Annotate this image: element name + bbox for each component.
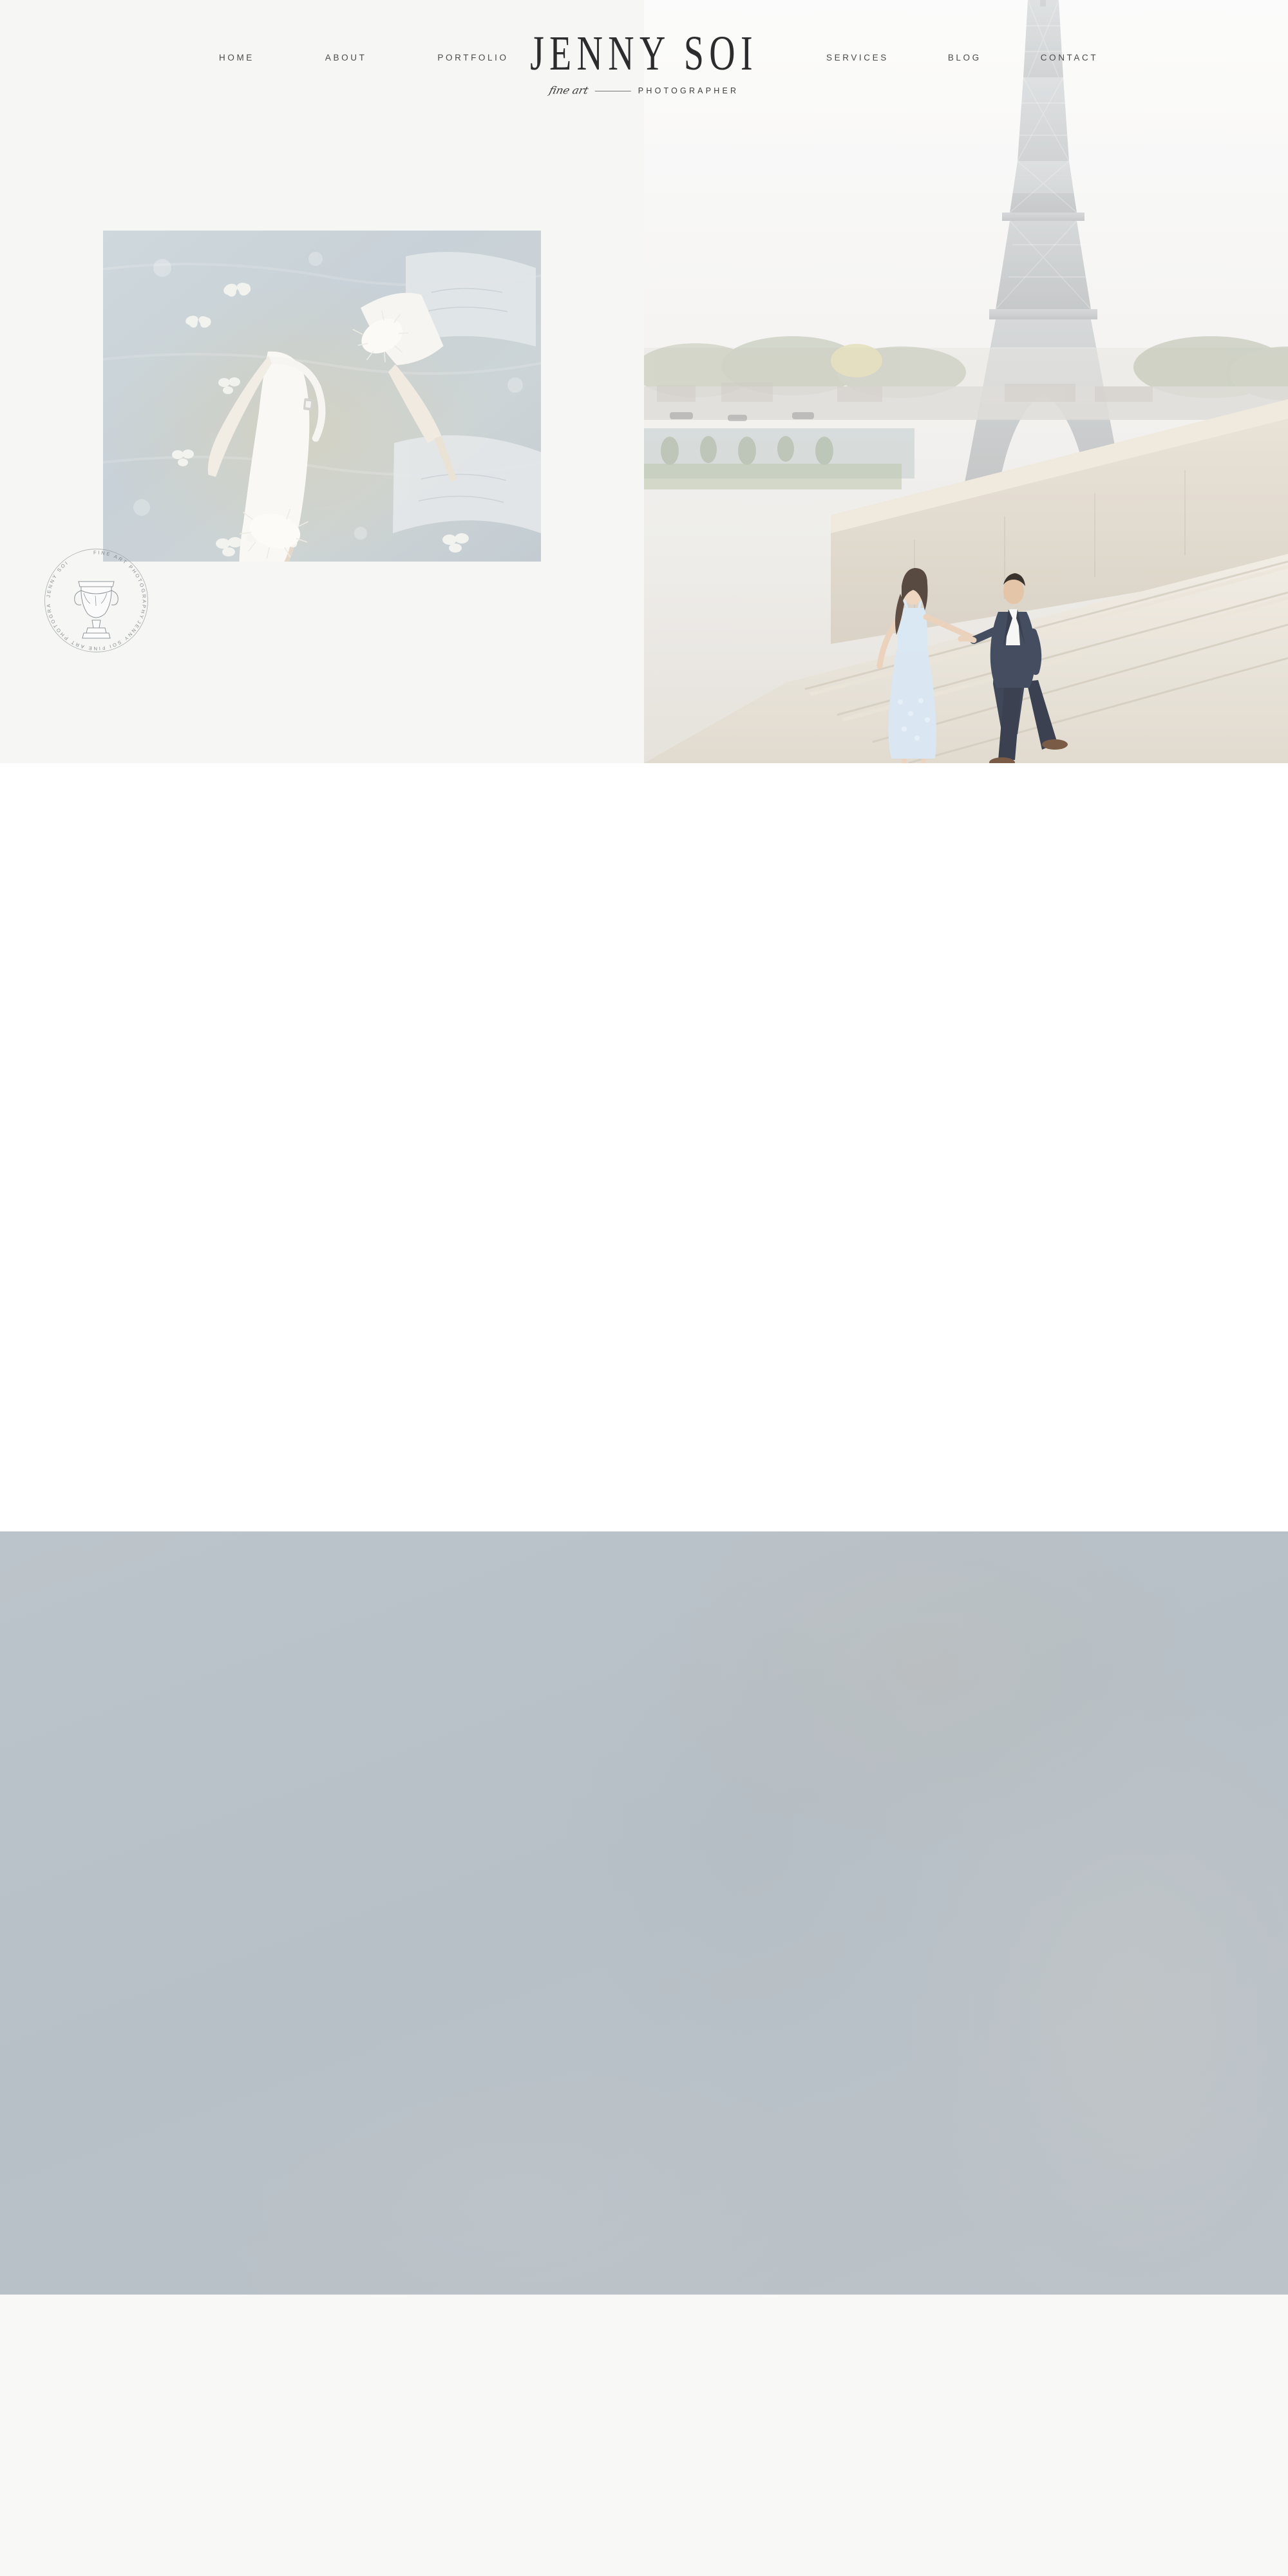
svg-text:JENNY SOI: JENNY SOI bbox=[108, 620, 142, 650]
journal-background-texture bbox=[0, 1531, 1288, 2295]
journal-highlights-section: Journal Highlights bbox=[0, 1531, 1288, 2295]
svg-text:JENNY SOI: JENNY SOI bbox=[46, 560, 70, 598]
fine-art-photography-seal: FINE ART PHOTOGRAPHY JENNY SOI JENNY SOI… bbox=[37, 540, 153, 657]
hero-bridal-shoes-image bbox=[103, 231, 541, 562]
nav-item-contact[interactable]: CONTACT bbox=[1041, 53, 1098, 62]
brand-tagline-group: fine art PHOTOGRAPHER bbox=[522, 84, 766, 97]
nav-item-blog[interactable]: BLOG bbox=[948, 53, 981, 62]
nav-item-services[interactable]: SERVICES bbox=[826, 53, 889, 62]
nav-item-about[interactable]: ABOUT bbox=[325, 53, 367, 62]
nav-left-group: HOME ABOUT PORTFOLIO bbox=[219, 53, 509, 62]
about-section: MEET JENNY Jenny is a fine art photograp… bbox=[0, 763, 1288, 2180]
homepage: FINE ART PHOTOGRAPHY JENNY SOI JENNY SOI… bbox=[0, 0, 1288, 2576]
nav-right-group: SERVICES BLOG CONTACT bbox=[826, 53, 1098, 62]
hero-paris-image bbox=[644, 0, 1288, 763]
brand-script-word: fine art bbox=[547, 84, 590, 97]
services-section: SERVICES 01. Wedding bbox=[0, 2295, 1288, 2576]
urn-icon bbox=[74, 581, 118, 639]
hero-section: FINE ART PHOTOGRAPHY JENNY SOI JENNY SOI… bbox=[0, 0, 1288, 763]
nav-item-home[interactable]: HOME bbox=[219, 53, 254, 62]
nav-item-portfolio[interactable]: PORTFOLIO bbox=[437, 53, 508, 62]
brand-tagline: PHOTOGRAPHER bbox=[638, 86, 739, 95]
site-logo[interactable]: JENNY SOI fine art PHOTOGRAPHER bbox=[522, 28, 766, 97]
brand-title: JENNY SOI bbox=[530, 26, 758, 80]
